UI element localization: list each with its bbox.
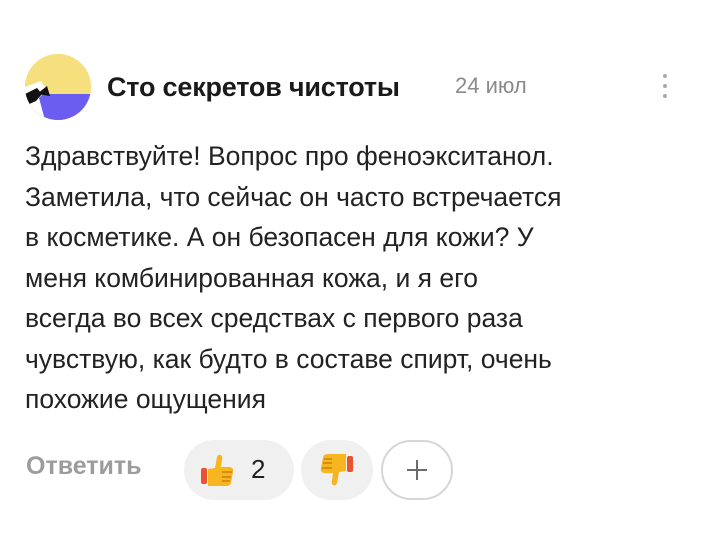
author-name[interactable]: Сто секретов чистоты xyxy=(107,72,400,103)
add-reaction-button[interactable] xyxy=(381,440,453,500)
more-options-button[interactable] xyxy=(650,70,680,104)
thumbs-up-icon xyxy=(201,454,234,486)
channel-logo-icon xyxy=(25,54,91,120)
comment-line: похожие ощущения xyxy=(25,384,266,414)
reply-button[interactable]: Ответить xyxy=(26,452,142,481)
avatar[interactable] xyxy=(25,54,91,120)
like-count: 2 xyxy=(251,454,266,484)
comment-date: 24 июл xyxy=(455,73,527,98)
like-button[interactable]: 2 xyxy=(184,440,294,500)
thumbs-down-icon xyxy=(320,454,353,486)
comment-line: меня комбинированная кожа, и я его xyxy=(25,262,478,293)
comment-line: всегда во всех средствах с первого раза xyxy=(25,303,523,333)
dislike-button[interactable] xyxy=(301,440,373,500)
more-vertical-icon xyxy=(663,74,667,78)
comment-line: Заметила, что сейчас он часто встречаетс… xyxy=(25,181,562,212)
comment-line: в косметике. А он безопасен для кожи? У xyxy=(25,222,534,252)
comment-line: чувствую, как будто в составе спирт, оче… xyxy=(25,343,552,374)
comment-text: Здравствуйте! Вопрос про феноэкситанол. … xyxy=(25,136,690,420)
comment-line: Здравствуйте! Вопрос про феноэкситанол. xyxy=(25,141,554,171)
